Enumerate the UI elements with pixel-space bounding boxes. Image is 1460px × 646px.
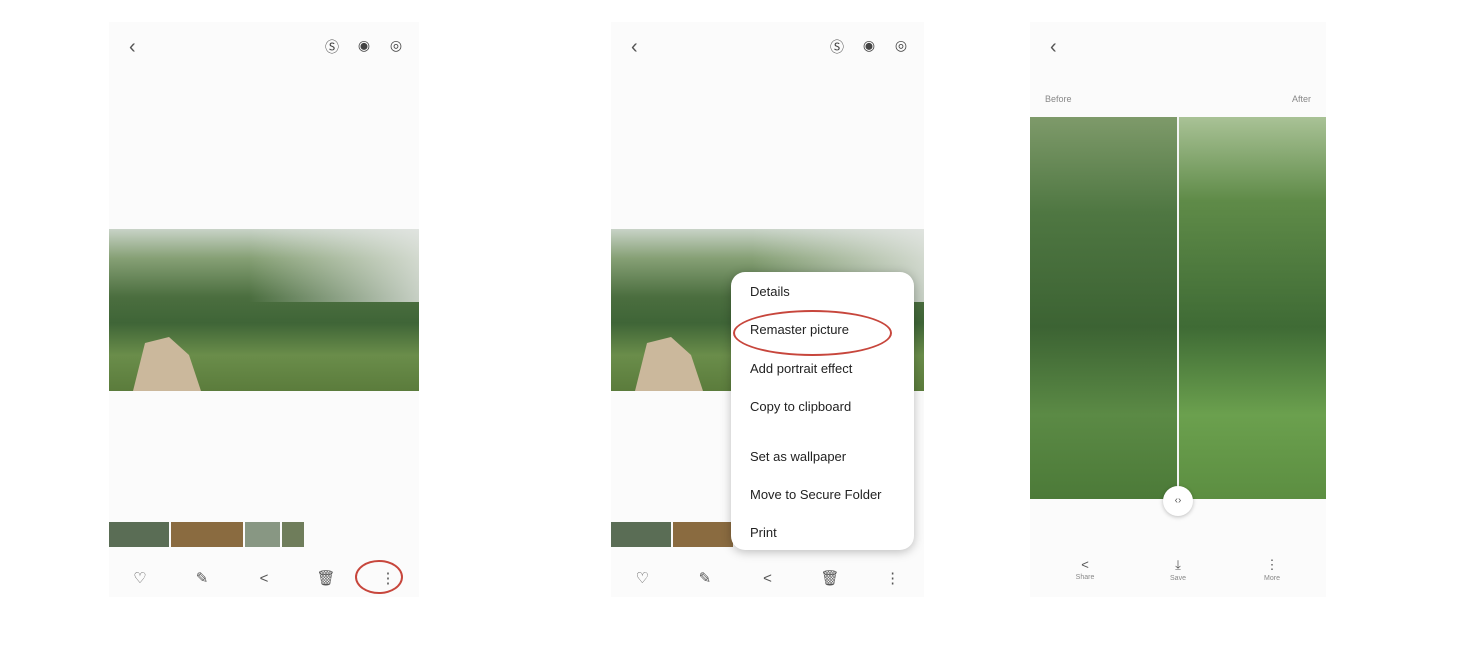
live-focus-icon[interactable]: ◎ [387,37,405,57]
menu-item-details[interactable]: Details [750,284,790,299]
save-button[interactable]: ⤓ Save [1158,557,1198,582]
back-button[interactable]: ‹ [129,36,136,59]
top-icon-bar: Ⓢ ◉ ◎ [323,37,405,57]
menu-item-add-portrait-effect[interactable]: Add portrait effect [750,361,852,376]
gallery-menu-screen: ‹ Ⓢ ◉ ◎ ♡ ✎ < 🗑 ⋮ Details Remaster pictu… [611,22,924,597]
gallery-viewer-screen: ‹ Ⓢ ◉ ◎ ♡ ✎ < 🗑 ⋮ [109,22,419,597]
highlight-circle [355,560,403,594]
thumbnail-strip[interactable] [611,522,733,547]
before-after-comparison [1030,117,1326,499]
context-menu: Details Remaster picture Add portrait ef… [731,272,914,550]
live-focus-icon[interactable]: ◎ [892,37,910,57]
highlight-circle [733,310,892,356]
heart-icon[interactable]: ♡ [129,569,151,587]
thumbnail-strip[interactable] [109,522,304,547]
bixby-vision-icon[interactable]: Ⓢ [323,37,341,57]
edit-icon[interactable]: ✎ [191,569,213,587]
share-button[interactable]: < Share [1065,557,1105,581]
heart-icon[interactable]: ♡ [631,569,653,587]
share-icon: < [1081,557,1089,572]
menu-item-print[interactable]: Print [750,525,777,540]
more-options-icon: ⋮ [1265,557,1279,572]
back-button[interactable]: ‹ [1050,36,1057,59]
menu-item-move-to-secure-folder[interactable]: Move to Secure Folder [750,487,882,502]
remaster-compare-screen: ‹ Before After ‹› < Share ⤓ Save ⋮ More [1030,22,1326,597]
photo [109,229,419,391]
top-icon-bar: Ⓢ ◉ ◎ [828,37,910,57]
comparison-slider-handle[interactable]: ‹› [1163,486,1193,516]
eye-icon[interactable]: ◉ [860,37,878,57]
menu-item-copy-to-clipboard[interactable]: Copy to clipboard [750,399,851,414]
comparison-divider[interactable] [1177,117,1179,499]
more-button[interactable]: ⋮ More [1252,557,1292,582]
share-icon[interactable]: < [756,570,778,587]
after-photo [1178,117,1326,499]
bixby-vision-icon[interactable]: Ⓢ [828,37,846,57]
share-icon[interactable]: < [253,570,275,587]
delete-icon[interactable]: 🗑 [315,569,337,587]
before-label: Before [1045,94,1072,104]
delete-icon[interactable]: 🗑 [819,569,841,587]
more-options-icon[interactable]: ⋮ [882,569,904,587]
eye-icon[interactable]: ◉ [355,37,373,57]
back-button[interactable]: ‹ [631,36,638,59]
edit-icon[interactable]: ✎ [694,569,716,587]
download-icon: ⤓ [1175,557,1181,572]
menu-item-set-as-wallpaper[interactable]: Set as wallpaper [750,449,846,464]
bottom-action-bar: ♡ ✎ < 🗑 ⋮ [611,560,924,596]
after-label: After [1291,94,1311,104]
